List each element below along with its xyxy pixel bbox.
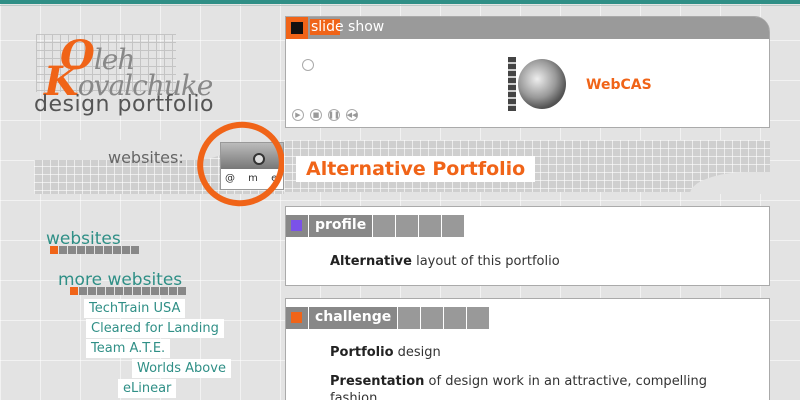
nav-link-elinear[interactable]: eLinear: [118, 379, 177, 398]
challenge-label: challenge: [309, 307, 398, 329]
profile-text-rest: layout of this portfolio: [411, 254, 560, 269]
challenge-chip-icon: [286, 307, 308, 329]
slideshow-controls: ▶ ■ ❚❚ ◀◀: [292, 109, 358, 121]
challenge-chip-swatch: [291, 312, 302, 323]
slideshow-thumbnail[interactable]: [518, 59, 566, 109]
profile-chip-icon: .chip-profile::after{background:#7b52e8;…: [286, 215, 308, 237]
challenge-text-2: Presentation of design work in an attrac…: [330, 373, 750, 400]
profile-text: Alternative layout of this portfolio: [330, 253, 560, 270]
play-icon[interactable]: ▶: [292, 109, 304, 121]
slideshow-item-label[interactable]: WebCAS: [586, 77, 652, 93]
nav-more-websites-bar: [70, 287, 186, 295]
slideshow-panel: slide show ▶ ■ ❚❚ ◀◀ WebCAS: [285, 16, 770, 128]
slideshow-filmstrip: [508, 57, 516, 111]
challenge-text-1-rest: design: [393, 345, 441, 360]
nav-link-cleared-for-landing[interactable]: Cleared for Landing: [86, 319, 224, 338]
nav-link-worlds-above[interactable]: Worlds Above: [132, 359, 231, 378]
top-accent-line: [0, 0, 800, 4]
slideshow-chip-icon: [286, 17, 308, 39]
logo-subtitle: design portfolio: [34, 92, 214, 117]
highlight-circle: [186, 110, 296, 218]
profile-header: .chip-profile::after{background:#7b52e8;…: [286, 215, 465, 239]
challenge-section: challenge Portfolio design Presentation …: [285, 298, 770, 400]
rewind-icon[interactable]: ◀◀: [346, 109, 358, 121]
profile-label: profile: [309, 215, 373, 237]
challenge-text-1: Portfolio design: [330, 344, 441, 361]
challenge-header: challenge: [286, 307, 490, 331]
challenge-text-1-bold: Portfolio: [330, 345, 394, 360]
pause-icon[interactable]: ❚❚: [328, 109, 340, 121]
stop-icon[interactable]: ■: [310, 109, 322, 121]
profile-section: .chip-profile::after{background:#7b52e8;…: [285, 206, 770, 286]
page-title: Alternative Portfolio: [296, 156, 536, 182]
nav-link-team-ate[interactable]: Team A.T.E.: [86, 339, 171, 358]
nav-link-techtrain[interactable]: TechTrain USA: [84, 299, 186, 318]
profile-text-bold: Alternative: [330, 254, 412, 269]
challenge-text-2-bold: Presentation: [330, 374, 425, 389]
nav-websites-bar: [50, 246, 139, 254]
top-accent-subline: [0, 5, 800, 6]
websites-band-label: websites:: [108, 148, 184, 167]
slideshow-title: slide show: [310, 19, 385, 35]
slideshow-radio[interactable]: [302, 59, 314, 71]
profile-chip-swatch: [291, 220, 302, 231]
